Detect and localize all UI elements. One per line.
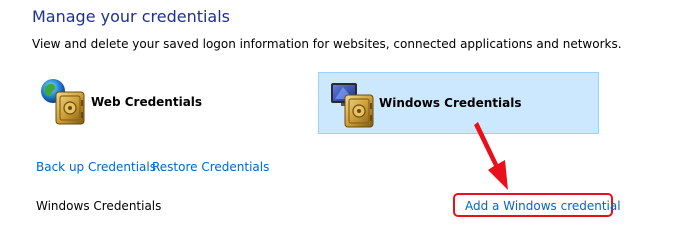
add-windows-credential-highlight[interactable]: Add a Windows credential — [453, 193, 621, 217]
section-title: Windows Credentials — [36, 199, 162, 213]
red-arrow-annotation-icon — [474, 122, 508, 190]
web-credentials-label: Web Credentials — [91, 95, 203, 109]
add-windows-credential-link[interactable]: Add a Windows credential — [465, 199, 621, 213]
web-credentials-tile[interactable]: Web Credentials — [32, 72, 302, 134]
page-title: Manage your credentials — [32, 7, 231, 26]
web-credentials-vault-icon — [38, 76, 90, 132]
windows-credentials-vault-icon — [327, 77, 379, 135]
windows-credentials-label: Windows Credentials — [379, 96, 522, 110]
windows-credentials-tile[interactable]: Windows Credentials — [318, 72, 599, 134]
restore-credentials-link[interactable]: Restore Credentials — [152, 160, 269, 174]
back-up-credentials-link[interactable]: Back up Credentials — [36, 160, 156, 174]
page-description: View and delete your saved logon informa… — [32, 37, 622, 51]
